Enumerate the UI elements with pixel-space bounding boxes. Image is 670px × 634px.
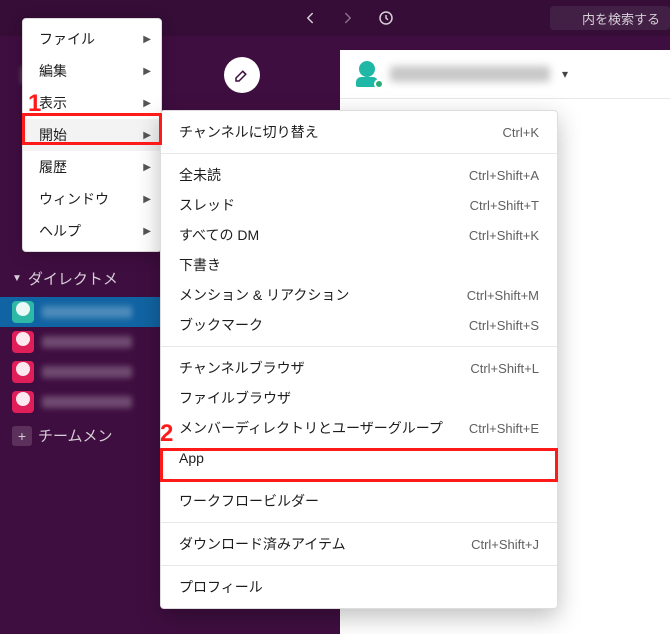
sidebar-section-label: ダイレクトメ: [28, 268, 118, 289]
submenu-member-directory[interactable]: メンバーディレクトリとユーザーグループ Ctrl+Shift+E: [161, 413, 557, 443]
submenu-label: チャンネルブラウザ: [179, 358, 305, 378]
annotation-number-1: 1: [28, 90, 41, 118]
menu-edit[interactable]: 編集 ▶: [23, 55, 161, 87]
add-icon[interactable]: +: [12, 426, 32, 446]
submenu-label: App: [179, 450, 204, 466]
compose-button[interactable]: [224, 57, 260, 93]
menu-file[interactable]: ファイル ▶: [23, 23, 161, 55]
history-button[interactable]: [376, 8, 396, 28]
menu-label: 履歴: [39, 157, 67, 177]
submenu-switch-channel[interactable]: チャンネルに切り替え Ctrl+K: [161, 117, 557, 147]
menu-label: 表示: [39, 93, 67, 113]
dm-name: [42, 306, 132, 318]
sidebar-section-label: チームメン: [38, 425, 113, 446]
menu-help[interactable]: ヘルプ ▶: [23, 215, 161, 247]
menu-separator: [161, 522, 557, 523]
menu-separator: [161, 565, 557, 566]
submenu-label: プロフィール: [179, 577, 263, 597]
search-input[interactable]: 内を検索する: [550, 6, 670, 30]
menu-label: 開始: [39, 125, 67, 145]
menu-separator: [161, 346, 557, 347]
submenu-label: すべての DM: [179, 225, 259, 245]
avatar-icon: [12, 331, 34, 353]
menu-label: ウィンドウ: [39, 189, 109, 209]
back-button[interactable]: [300, 8, 320, 28]
submenu-profile[interactable]: プロフィール: [161, 572, 557, 602]
shortcut-text: Ctrl+Shift+M: [467, 288, 539, 303]
shortcut-text: Ctrl+Shift+K: [469, 228, 539, 243]
submenu-file-browser[interactable]: ファイルブラウザ: [161, 383, 557, 413]
avatar-icon: [12, 301, 34, 323]
submenu-all-unreads[interactable]: 全未読 Ctrl+Shift+A: [161, 160, 557, 190]
menu-window[interactable]: ウィンドウ ▶: [23, 183, 161, 215]
menu-label: ファイル: [39, 29, 95, 49]
menu-label: ヘルプ: [39, 221, 81, 241]
annotation-number-2: 2: [160, 420, 173, 448]
dm-name: [42, 366, 132, 378]
submenu-arrow-icon: ▶: [143, 34, 151, 45]
submenu-label: スレッド: [179, 195, 235, 215]
submenu-label: チャンネルに切り替え: [179, 122, 319, 142]
shortcut-text: Ctrl+Shift+L: [470, 361, 539, 376]
dm-name: [42, 396, 132, 408]
forward-button[interactable]: [338, 8, 358, 28]
submenu-label: ダウンロード済みアイテム: [179, 534, 346, 554]
menu-separator: [161, 479, 557, 480]
submenu-arrow-icon: ▶: [143, 130, 151, 141]
dm-name: [42, 336, 132, 348]
shortcut-text: Ctrl+Shift+T: [470, 198, 539, 213]
search-label: 内を検索する: [582, 9, 660, 28]
user-avatar-icon[interactable]: [356, 61, 382, 87]
submenu-arrow-icon: ▶: [143, 66, 151, 77]
submenu-label: メンバーディレクトリとユーザーグループ: [179, 418, 443, 438]
submenu-bookmarks[interactable]: ブックマーク Ctrl+Shift+S: [161, 310, 557, 340]
submenu-label: ブックマーク: [179, 315, 263, 335]
avatar-icon: [12, 361, 34, 383]
submenu-workflow-builder[interactable]: ワークフロービルダー: [161, 486, 557, 516]
shortcut-text: Ctrl+Shift+A: [469, 168, 539, 183]
submenu-all-dms[interactable]: すべての DM Ctrl+Shift+K: [161, 220, 557, 250]
menu-start[interactable]: 開始 ▶: [23, 119, 161, 151]
start-submenu: チャンネルに切り替え Ctrl+K 全未読 Ctrl+Shift+A スレッド …: [160, 110, 558, 609]
shortcut-text: Ctrl+Shift+E: [469, 421, 539, 436]
submenu-arrow-icon: ▶: [143, 226, 151, 237]
shortcut-text: Ctrl+Shift+S: [469, 318, 539, 333]
submenu-channel-browser[interactable]: チャンネルブラウザ Ctrl+Shift+L: [161, 353, 557, 383]
submenu-label: 全未読: [179, 165, 221, 185]
submenu-downloads[interactable]: ダウンロード済みアイテム Ctrl+Shift+J: [161, 529, 557, 559]
avatar-icon: [12, 391, 34, 413]
submenu-arrow-icon: ▶: [143, 194, 151, 205]
submenu-threads[interactable]: スレッド Ctrl+Shift+T: [161, 190, 557, 220]
submenu-label: 下書き: [179, 255, 221, 275]
channel-name[interactable]: [390, 66, 550, 82]
submenu-arrow-icon: ▶: [143, 98, 151, 109]
submenu-drafts[interactable]: 下書き: [161, 250, 557, 280]
channel-header: ▾: [340, 50, 670, 99]
menu-separator: [161, 153, 557, 154]
menu-history[interactable]: 履歴 ▶: [23, 151, 161, 183]
shortcut-text: Ctrl+K: [503, 125, 539, 140]
app-menu: ファイル ▶ 編集 ▶ 表示 ▶ 開始 ▶ 履歴 ▶ ウィンドウ ▶ ヘルプ ▶: [22, 18, 162, 252]
menu-view[interactable]: 表示 ▶: [23, 87, 161, 119]
submenu-label: ファイルブラウザ: [179, 388, 291, 408]
submenu-app[interactable]: App: [161, 443, 557, 473]
caret-down-icon: ▼: [12, 273, 22, 284]
submenu-label: ワークフロービルダー: [179, 491, 319, 511]
submenu-arrow-icon: ▶: [143, 162, 151, 173]
submenu-label: メンション & リアクション: [179, 285, 349, 305]
shortcut-text: Ctrl+Shift+J: [471, 537, 539, 552]
menu-label: 編集: [39, 61, 67, 81]
channel-caret-icon[interactable]: ▾: [562, 67, 568, 81]
submenu-mentions-reactions[interactable]: メンション & リアクション Ctrl+Shift+M: [161, 280, 557, 310]
